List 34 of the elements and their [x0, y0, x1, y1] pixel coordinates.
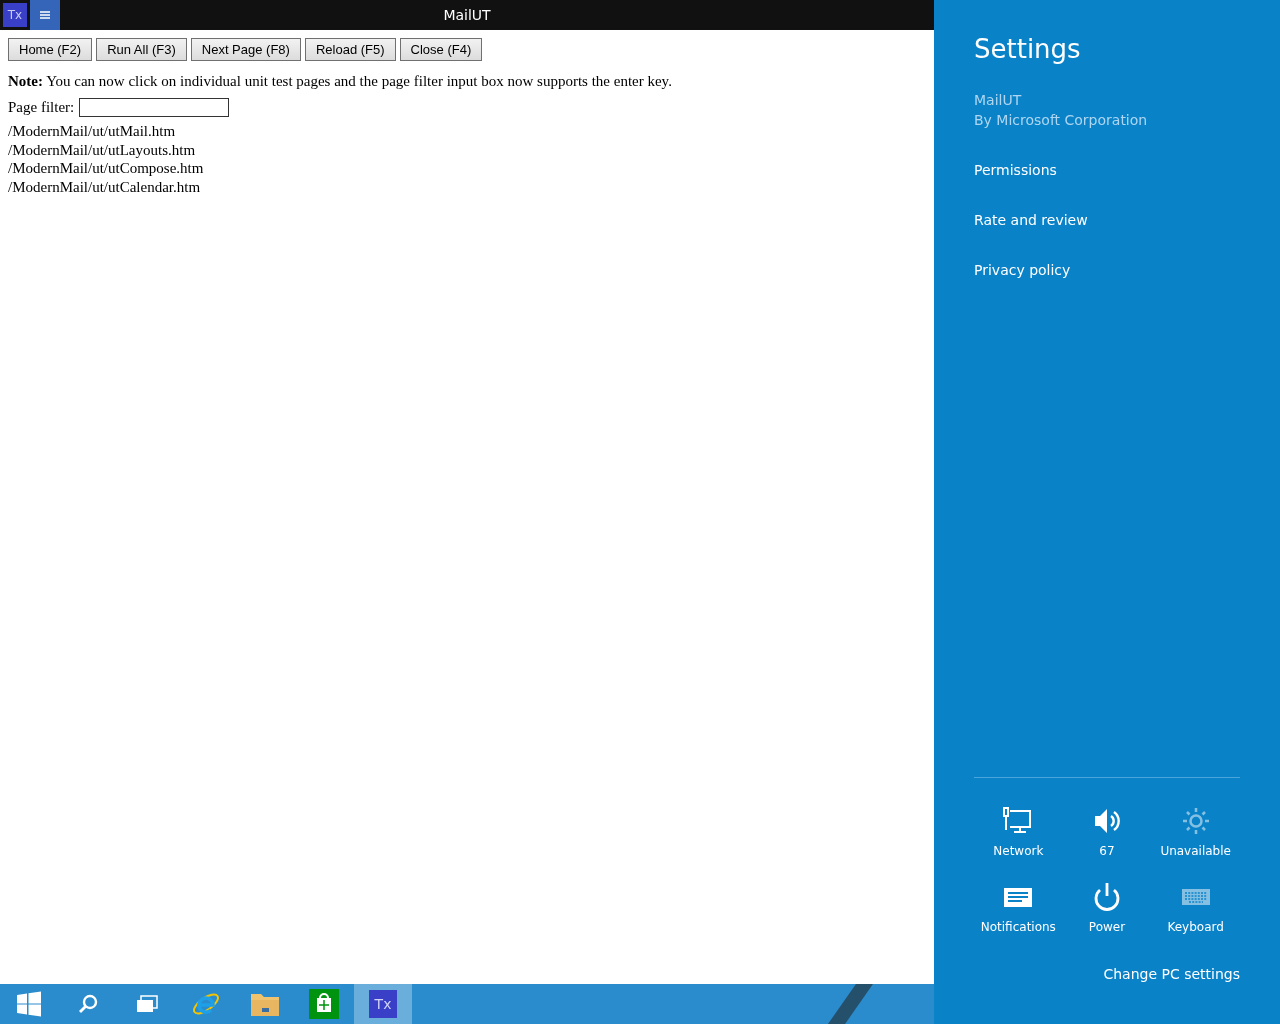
menu-button[interactable]	[30, 0, 60, 30]
toolbar-button[interactable]: Run All (F3)	[96, 38, 187, 61]
page-link[interactable]: /ModernMail/ut/utMail.htm	[8, 122, 176, 141]
settings-link[interactable]: Permissions	[974, 160, 1057, 180]
note-text: Note: You can now click on individual unit test pages and the page filter input box now supports the enter key.	[8, 73, 673, 90]
window-title: MailUT	[443, 7, 491, 23]
shopping-bag-icon	[309, 989, 339, 1019]
page-link[interactable]: /ModernMail/ut/utCalendar.htm	[8, 177, 201, 196]
page-link[interactable]: /ModernMail/ut/utCompose.htm	[8, 159, 204, 178]
folder-icon	[250, 991, 280, 1017]
quick-setting-button[interactable]: Power	[1062, 878, 1152, 938]
change-pc-settings-link[interactable]: Change PC settings	[1103, 966, 1240, 982]
settings-link[interactable]: Privacy policy	[974, 260, 1071, 280]
settings-link[interactable]: Rate and review	[974, 210, 1088, 230]
quick-setting-button[interactable]: Notifications	[974, 878, 1063, 938]
windows-logo-icon	[16, 991, 42, 1017]
page-filter-field[interactable]	[79, 98, 230, 117]
publisher-text: By Microsoft Corporation	[974, 111, 1149, 130]
settings-title: Settings	[974, 34, 1082, 64]
page-link[interactable]: /ModernMail/ut/utLayouts.htm	[8, 140, 196, 159]
app-name: MailUT	[974, 91, 1023, 110]
filter-label: Page filter:	[8, 99, 75, 116]
menu-icon	[39, 10, 51, 20]
windows-stack-icon	[135, 994, 159, 1014]
toolbar-button[interactable]: Home (F2)	[8, 38, 93, 61]
toolbar-button[interactable]: Reload (F5)	[304, 38, 396, 61]
search-icon	[77, 993, 99, 1015]
quick-setting-button[interactable]: Network	[974, 802, 1063, 862]
taskbar-button[interactable]: Tx	[354, 984, 412, 1024]
app-badge[interactable]: Tx	[3, 3, 27, 27]
toolbar-button[interactable]: Next Page (F8)	[190, 38, 301, 61]
app-tile: Tx	[369, 990, 397, 1018]
quick-setting-button[interactable]: 67	[1062, 802, 1152, 862]
toolbar-button[interactable]: Close (F4)	[399, 38, 483, 61]
